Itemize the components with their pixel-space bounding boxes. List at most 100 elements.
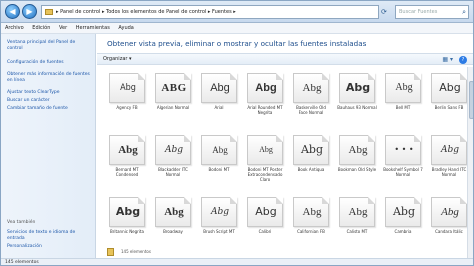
- font-preview-glyph: Abg: [164, 145, 184, 155]
- font-file-icon: ABG: [155, 73, 191, 103]
- font-file-icon: Abg: [431, 197, 467, 227]
- refresh-icon[interactable]: ⟳: [381, 5, 393, 19]
- page-title: Obtener vista previa, eliminar o mostrar…: [107, 39, 367, 48]
- nav-text-services[interactable]: Servicios de texto e idioma de entrada: [7, 230, 91, 242]
- font-tile[interactable]: Abg Calisto MT: [337, 197, 377, 234]
- font-file-icon: Abg: [201, 135, 237, 165]
- font-file-icon: Abg: [201, 197, 237, 227]
- content-pane: Obtener vista previa, eliminar o mostrar…: [97, 34, 473, 258]
- nav-change-font-size[interactable]: Cambiar tamaño de fuente: [7, 106, 91, 112]
- font-tile[interactable]: Abg Californian FB: [291, 197, 331, 234]
- vertical-scrollbar[interactable]: [467, 67, 473, 258]
- status-text: 145 elementos: [5, 260, 39, 265]
- font-name-label: Berlin Sans FB: [434, 105, 464, 110]
- font-name-label: Californian FB: [297, 229, 325, 234]
- font-file-icon: Abg: [109, 197, 145, 227]
- font-name-label: Arial Rounded MT Negrita: [247, 105, 283, 115]
- font-name-label: Bodoni MT: [208, 167, 230, 172]
- font-preview-glyph: Abg: [259, 145, 273, 154]
- font-tile[interactable]: Abg Bradley Hand ITC Normal: [429, 135, 469, 177]
- font-tile[interactable]: Abg Britannic Negrita: [107, 197, 147, 234]
- breadcrumb-text: ▸ Panel de control ▸ Todos los elementos…: [56, 9, 236, 15]
- font-preview-glyph: • • •: [394, 145, 414, 154]
- nav-font-settings[interactable]: Configuración de fuentes: [7, 60, 91, 66]
- menu-bar: Archivo Edición Ver Herramientas Ayuda: [1, 23, 473, 34]
- search-input[interactable]: Buscar Fuentes ⌕: [395, 5, 469, 19]
- menu-archivo[interactable]: Archivo: [5, 25, 24, 31]
- font-preview-glyph: Abg: [210, 82, 230, 94]
- font-preview-glyph: Abg: [440, 145, 460, 155]
- font-file-icon: Abg: [293, 73, 329, 103]
- font-name-label: Arial: [214, 105, 224, 110]
- menu-ayuda[interactable]: Ayuda: [118, 25, 133, 31]
- font-preview-glyph: Abg: [348, 144, 368, 156]
- font-file-icon: Abg: [155, 197, 191, 227]
- views-icon[interactable]: ▦ ▾: [442, 54, 453, 65]
- details-count: 145 elementos: [121, 249, 151, 254]
- font-file-icon: Abg: [247, 73, 283, 103]
- font-file-icon: • • •: [385, 135, 421, 165]
- menu-herramientas[interactable]: Herramientas: [76, 25, 110, 31]
- font-file-icon: Abg: [339, 197, 375, 227]
- details-bar: 145 elementos: [97, 247, 465, 258]
- font-tile[interactable]: Abg Baskerville Old Face Normal: [291, 73, 331, 115]
- font-tile[interactable]: Abg Bodoni MT Poster Extracondensado Clar…: [245, 135, 285, 182]
- menu-edicion[interactable]: Edición: [32, 25, 50, 31]
- folder-icon: [107, 248, 114, 256]
- help-icon[interactable]: ?: [459, 56, 467, 64]
- font-file-icon: Abg: [385, 73, 421, 103]
- menu-ver[interactable]: Ver: [59, 25, 67, 31]
- font-file-icon: Abg: [339, 73, 375, 103]
- font-tile[interactable]: • • • Bookshelf Symbol 7 Normal: [383, 135, 423, 177]
- command-bar: Organizar ▾ ▦ ▾ ?: [97, 53, 473, 65]
- scrollbar-thumb[interactable]: [469, 81, 473, 119]
- font-preview-glyph: Abg: [164, 206, 184, 218]
- font-tile[interactable]: Abg Arial Rounded MT Negrita: [245, 73, 285, 115]
- status-bar: 145 elementos: [1, 258, 473, 265]
- font-tile[interactable]: Abg Candara Itálic: [429, 197, 469, 234]
- nav-cleartype[interactable]: Ajustar texto ClearType: [7, 90, 91, 96]
- font-tile[interactable]: Abg Arial: [199, 73, 239, 110]
- nav-personalization[interactable]: Personalización: [7, 244, 91, 250]
- back-button[interactable]: ◀: [5, 4, 20, 19]
- forward-button[interactable]: ▶: [22, 4, 37, 19]
- font-tile[interactable]: Abg Bodoni MT: [199, 135, 239, 172]
- font-name-label: Brush Script MT: [203, 229, 235, 234]
- nav-find-character[interactable]: Buscar un carácter: [7, 98, 91, 104]
- nav-control-panel-home[interactable]: Ventana principal del Panel de control: [7, 40, 91, 52]
- font-tile[interactable]: Abg Calibri: [245, 197, 285, 234]
- font-name-label: Bodoni MT Poster Extracondensado Claro: [247, 167, 283, 182]
- font-tile[interactable]: Abg Broadway: [153, 197, 193, 234]
- font-name-label: Bauhaus 93 Normal: [337, 105, 377, 110]
- font-tile[interactable]: Abg Bauhaus 93 Normal: [337, 73, 377, 110]
- font-name-label: Broadway: [163, 229, 183, 234]
- font-tile[interactable]: Abg Blackadder ITC Normal: [153, 135, 193, 177]
- font-tile[interactable]: Abg Bookman Old Style: [337, 135, 377, 172]
- font-tile[interactable]: ABG Algerian Normal: [153, 73, 193, 110]
- font-tile[interactable]: Abg Book Antiqua: [291, 135, 331, 172]
- font-file-icon: Abg: [431, 73, 467, 103]
- font-file-icon: Abg: [201, 73, 237, 103]
- font-file-icon: Abg: [385, 197, 421, 227]
- font-tile[interactable]: Abg Bernard MT Condensed: [107, 135, 147, 177]
- font-name-label: Baskerville Old Face Normal: [296, 105, 326, 115]
- font-name-label: Calibri: [258, 229, 272, 234]
- font-preview-glyph: Abg: [120, 83, 136, 93]
- font-tile[interactable]: Abg Cambria: [383, 197, 423, 234]
- organize-button[interactable]: Organizar ▾: [103, 54, 132, 65]
- breadcrumb[interactable]: ▸ Panel de control ▸ Todos los elementos…: [41, 5, 379, 19]
- font-name-label: Bookshelf Symbol 7 Normal: [383, 167, 423, 177]
- nav-fonts-online[interactable]: Obtener más información de fuentes en lí…: [7, 72, 91, 84]
- font-file-icon: Abg: [247, 197, 283, 227]
- font-file-icon: Abg: [109, 135, 145, 165]
- font-preview-glyph: Abg: [302, 82, 322, 94]
- font-preview-glyph: Abg: [210, 207, 230, 217]
- font-name-label: Agency FB: [116, 105, 138, 110]
- font-tile[interactable]: Abg Berlin Sans FB: [429, 73, 469, 110]
- font-tile[interactable]: Abg Agency FB: [107, 73, 147, 110]
- font-name-label: Bradley Hand ITC Normal: [431, 167, 467, 177]
- font-tile[interactable]: Abg Bell MT: [383, 73, 423, 110]
- font-tile[interactable]: Abg Brush Script MT: [199, 197, 239, 234]
- font-name-label: Cambria: [394, 229, 412, 234]
- font-name-label: Bell MT: [395, 105, 411, 110]
